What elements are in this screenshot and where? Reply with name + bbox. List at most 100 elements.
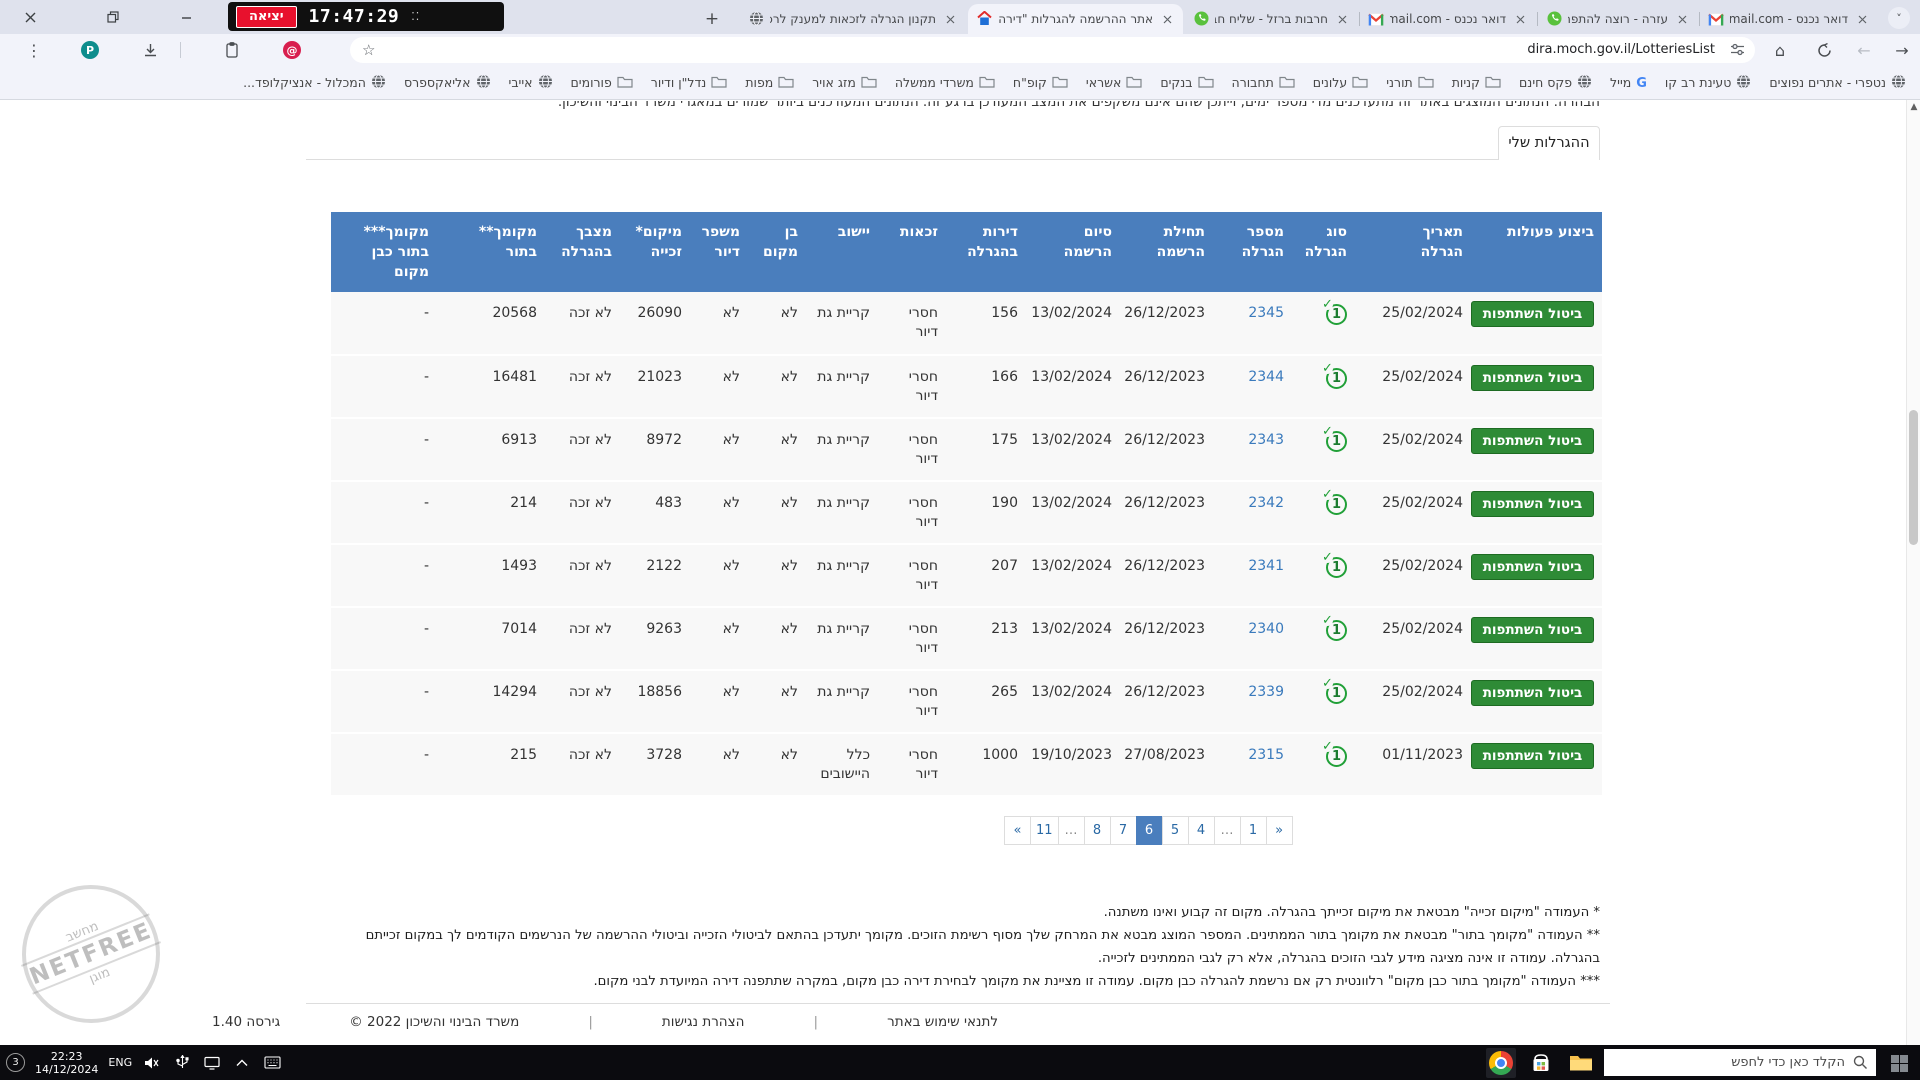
pagination-page-button[interactable]: 5 [1162,816,1189,845]
minimize-icon [181,12,192,23]
browser-tab-active[interactable]: אתר ההרשמה להגרלות "דירה ב [968,4,1183,34]
browser-tab[interactable]: חרבות ברזל - שליח חב"ד באמיר [1185,4,1358,34]
lottery-number-link[interactable]: 2339 [1248,684,1284,700]
bookmark-item[interactable]: טעינת רב קו [1665,74,1751,92]
bookmark-label: נטפרי - אתרים נפוצים [1769,75,1886,90]
hidden-icons-chevron[interactable] [232,1053,252,1073]
window-close-button[interactable] [20,7,40,27]
bookmark-item[interactable]: קופ"ח [1013,75,1068,91]
pagination-page-button[interactable]: 8 [1084,816,1111,845]
browser-tab[interactable]: עזרה - רוצה להתפתח בשפות? [1538,4,1698,34]
language-indicator[interactable]: ENG [108,1056,132,1069]
bookmark-item[interactable]: נדל"ן ודיור [651,75,728,91]
lottery-number-link[interactable]: 2341 [1248,558,1284,574]
tab-search-button[interactable]: ˅ [1888,7,1910,29]
bookmark-item[interactable]: אליאקספרס [404,74,491,92]
lottery-number-link[interactable]: 2343 [1248,432,1284,448]
window-restore-button[interactable] [103,7,123,27]
browser-tab[interactable]: דואר נכנס - Gmail - @gmail.com [1360,4,1536,34]
bookmark-item[interactable]: מזג אויר [812,75,877,91]
accessibility-link[interactable]: הצהרת נגישות [662,1014,745,1030]
bookmark-item[interactable]: נטפרי - אתרים נפוצים [1769,74,1906,92]
scroll-up-arrow-icon[interactable]: ▲ [1909,102,1919,112]
extension-at-button[interactable]: @ [280,38,304,62]
new-tab-button[interactable]: + [700,7,724,31]
cancel-participation-button[interactable]: ביטול השתתפות [1471,301,1594,327]
drag-grip-icon[interactable]: ⁚⁚ [411,12,420,21]
site-settings-icon[interactable] [1730,42,1745,61]
pagination-first-button[interactable]: « [1004,816,1031,845]
folder-icon [778,75,794,91]
tab-close-icon[interactable] [1334,11,1350,27]
back-button[interactable]: → [1890,38,1914,62]
display-icon[interactable] [202,1053,222,1073]
tray-badge[interactable]: 3 [6,1053,25,1072]
pagination-page-button[interactable]: 1 [1240,816,1267,845]
cancel-participation-button[interactable]: ביטול השתתפות [1471,680,1594,706]
bookmark-item[interactable]: מפות [745,75,794,91]
pagination-page-button[interactable]: 7 [1110,816,1137,845]
browser-menu-button[interactable]: ⋮ [22,38,46,62]
window-minimize-button[interactable] [176,7,196,27]
cancel-participation-button[interactable]: ביטול השתתפות [1471,365,1594,391]
cancel-participation-button[interactable]: ביטול השתתפות [1471,491,1594,517]
exit-button[interactable]: יציאה [236,6,297,28]
tab-my-lotteries[interactable]: ההגרלות שלי [1498,126,1600,160]
bookmark-star-icon[interactable]: ☆ [362,41,375,59]
browser-tab[interactable]: דואר נכנס - Gmail - @gmail.com [1700,4,1878,34]
touch-keyboard-icon[interactable] [262,1053,282,1073]
lottery-number-link[interactable]: 2342 [1248,495,1284,511]
tab-close-icon[interactable] [1854,11,1870,27]
start-button[interactable] [1884,1050,1914,1076]
taskbar-search-box[interactable]: הקלד כאן כדי לחפש [1604,1049,1876,1076]
pagination-page-button[interactable]: 4 [1188,816,1215,845]
bookmark-item[interactable]: המכלול - אנציקלופד... [243,74,386,92]
bookmark-item[interactable]: קניות [1452,75,1501,91]
browser-tab[interactable]: תקנון הגרלה לזכאות למענק לרכ [740,4,966,34]
chrome-taskbar-button[interactable] [1486,1048,1516,1078]
cell-status: לא זכה [545,670,620,733]
tab-close-icon[interactable] [942,11,958,27]
bookmark-item[interactable]: בנקים [1160,75,1213,91]
terms-link[interactable]: לתנאי שימוש באתר [887,1014,998,1030]
store-taskbar-button[interactable] [1526,1048,1556,1078]
bookmark-item[interactable]: תחבורה [1232,75,1295,91]
bookmark-item[interactable]: Gמייל [1610,75,1647,91]
forward-button[interactable]: ← [1852,38,1876,62]
cancel-participation-button[interactable]: ביטול השתתפות [1471,554,1594,580]
cancel-participation-button[interactable]: ביטול השתתפות [1471,617,1594,643]
tab-close-icon[interactable] [1159,11,1175,27]
usb-icon[interactable] [172,1053,192,1073]
downloads-button[interactable] [138,38,162,62]
cancel-participation-button[interactable]: ביטול השתתפות [1471,743,1594,769]
lottery-number-link[interactable]: 2340 [1248,621,1284,637]
cell-reg_start: 26/12/2023 [1120,292,1213,355]
extension-clipboard-button[interactable] [220,38,244,62]
bookmark-item[interactable]: אייבי [509,74,553,92]
bookmark-item[interactable]: פקס חינם [1519,74,1592,92]
lottery-number-link[interactable]: 2344 [1248,369,1284,385]
file-explorer-taskbar-button[interactable] [1566,1048,1596,1078]
home-button[interactable]: ⌂ [1768,38,1792,62]
pagination-page-button[interactable]: 11 [1030,816,1059,845]
scrollbar-thumb[interactable] [1909,410,1918,545]
bookmark-item[interactable]: עלונים [1313,75,1368,91]
pagination-page-active[interactable]: 6 [1136,816,1163,845]
bookmark-item[interactable]: משרדי ממשלה [895,75,995,91]
lottery-number-link[interactable]: 2315 [1248,747,1284,763]
address-bar[interactable]: ☆ dira.moch.gov.il/LotteriesList [350,37,1755,63]
lottery-number-link[interactable]: 2345 [1248,305,1284,321]
cancel-participation-button[interactable]: ביטול השתתפות [1471,428,1594,454]
bookmark-item[interactable]: תורני [1386,75,1433,91]
page-scrollbar[interactable]: ▲ [1906,100,1920,1045]
volume-icon[interactable] [142,1053,162,1073]
close-icon [25,12,36,23]
bookmark-item[interactable]: פורומים [571,75,633,91]
extension-p-button[interactable]: P [78,38,102,62]
reload-button[interactable] [1812,38,1836,62]
tab-close-icon[interactable] [1512,11,1528,27]
tab-close-icon[interactable] [1674,11,1690,27]
bookmark-item[interactable]: אשראי [1086,75,1142,91]
taskbar-clock[interactable]: 22:23 14/12/2024 [35,1050,98,1076]
pagination-last-button[interactable]: » [1266,816,1293,845]
